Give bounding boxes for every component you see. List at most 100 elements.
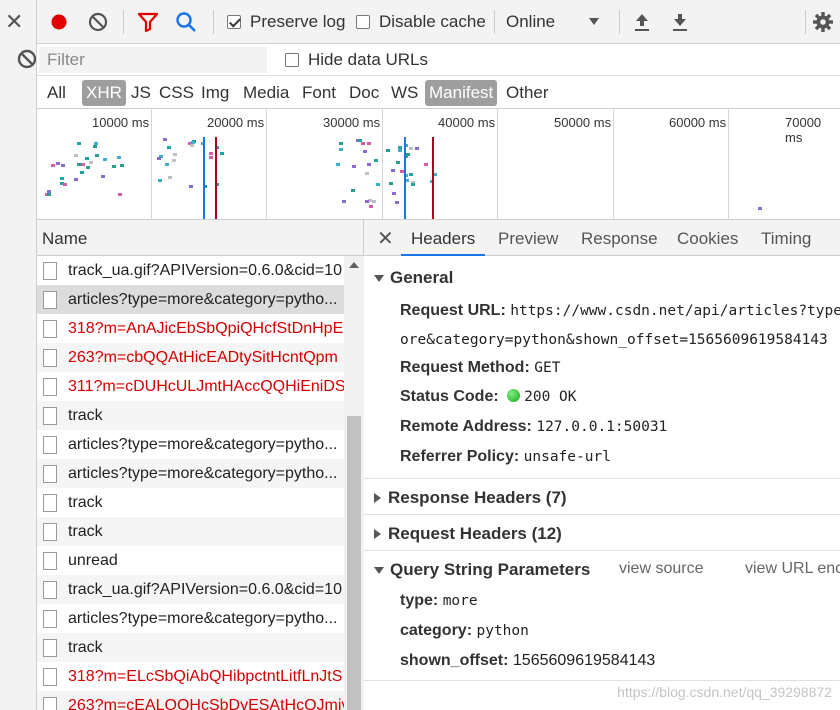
dropdown-arrow-icon xyxy=(589,18,599,25)
request-details-pane: ✕ Headers Preview Response Cookies Timin… xyxy=(364,220,840,710)
request-name: track_ua.gif?APIVersion=0.6.0&cid=10 xyxy=(68,261,342,279)
request-url-key: Request URL: xyxy=(400,302,506,319)
request-row[interactable]: track xyxy=(37,401,345,430)
timeline-mark xyxy=(77,142,82,146)
search-button[interactable] xyxy=(175,0,197,44)
name-column-header: Name xyxy=(42,229,88,248)
timeline-mark xyxy=(111,165,116,169)
hide-data-urls-checkbox[interactable] xyxy=(285,53,299,67)
request-row[interactable]: 263?m=cbQQAtHicEADtySitHcntQpm xyxy=(37,343,345,372)
clear-button[interactable] xyxy=(87,0,109,44)
type-filter-ws[interactable]: WS xyxy=(387,80,422,106)
query-params-section-toggle[interactable]: Query String Parameters xyxy=(374,560,590,580)
timeline-mark xyxy=(100,175,105,179)
request-row[interactable]: 318?m=AnAJicEbSbQpiQHcfStDnHpE... xyxy=(37,314,345,343)
timeline-mark xyxy=(94,153,99,157)
type-filter-manifest[interactable]: Manifest xyxy=(425,80,498,106)
type-filter-font[interactable]: Font xyxy=(298,80,340,106)
view-url-encoded-link[interactable]: view URL encoded xyxy=(745,560,840,578)
settings-button[interactable] xyxy=(812,0,834,44)
timeline-mark xyxy=(386,148,391,152)
preserve-log-toggle[interactable]: Preserve log xyxy=(227,0,345,44)
disable-cache-checkbox[interactable] xyxy=(356,15,370,29)
close-drawer-icon[interactable]: ✕ xyxy=(5,8,23,36)
import-har-button[interactable] xyxy=(632,0,652,44)
tab-headers[interactable]: Headers xyxy=(401,220,486,256)
file-icon xyxy=(43,493,57,512)
preserve-log-checkbox[interactable] xyxy=(227,15,241,29)
scroll-up-icon[interactable] xyxy=(349,262,359,268)
timeline-tick-label: 10000 ms xyxy=(92,115,150,130)
request-row[interactable]: articles?type=more&category=pytho... xyxy=(37,459,345,488)
tab-cookies[interactable]: Cookies xyxy=(677,220,738,256)
request-row[interactable]: unread xyxy=(37,546,345,575)
request-name: track xyxy=(68,522,103,540)
timeline-overview[interactable]: 10000 ms 20000 ms 30000 ms 40000 ms 5000… xyxy=(37,109,840,220)
type-filter-css[interactable]: CSS xyxy=(155,80,198,106)
tab-timing[interactable]: Timing xyxy=(761,220,811,256)
timeline-mark xyxy=(360,142,365,146)
hide-data-urls-toggle[interactable]: Hide data URLs xyxy=(285,44,428,76)
type-filter-xhr[interactable]: XHR xyxy=(82,80,126,106)
close-details-icon[interactable]: ✕ xyxy=(377,226,394,251)
request-url-row: Request URL: https://www.csdn.net/api/ar… xyxy=(400,302,840,320)
query-param-row: shown_offset: 1565609619584143 xyxy=(400,652,655,670)
timeline-mark xyxy=(93,141,98,145)
timeline-mark xyxy=(423,163,428,167)
type-filter-js[interactable]: JS xyxy=(127,80,155,106)
request-name: track_ua.gif?APIVersion=0.6.0&cid=10 xyxy=(68,580,342,598)
type-filter-other[interactable]: Other xyxy=(502,80,553,106)
scrollbar-thumb[interactable] xyxy=(347,416,361,710)
tab-response[interactable]: Response xyxy=(581,220,658,256)
type-filter-doc[interactable]: Doc xyxy=(345,80,383,106)
request-row[interactable]: 311?m=cDUHcULJmtHAccQQHiEniDS xyxy=(37,372,345,401)
disable-cache-toggle[interactable]: Disable cache xyxy=(356,0,486,44)
request-list-scrollbar[interactable] xyxy=(344,256,364,710)
request-method-row: Request Method: GET xyxy=(400,359,560,377)
load-event-line xyxy=(432,137,434,219)
request-row[interactable]: articles?type=more&category=pytho... xyxy=(37,604,345,633)
request-row[interactable]: track xyxy=(37,633,345,662)
request-row[interactable]: 263?m=cEALQQHcSbDyESAtHcQJmiv xyxy=(37,691,345,710)
view-source-link[interactable]: view source xyxy=(619,560,703,578)
request-row[interactable]: 318?m=ELcSbQiAbQHibpctntLitfLnJtS xyxy=(37,662,345,691)
throttling-select[interactable]: Online xyxy=(506,0,606,44)
request-row[interactable]: track xyxy=(37,517,345,546)
query-param-row: type: more xyxy=(400,592,478,610)
timeline-mark xyxy=(394,201,399,205)
request-row[interactable]: track xyxy=(37,488,345,517)
timeline-gridline xyxy=(728,109,729,219)
request-row[interactable]: articles?type=more&category=pytho... xyxy=(37,430,345,459)
filter-toggle-button[interactable] xyxy=(137,0,159,44)
export-har-button[interactable] xyxy=(670,0,690,44)
request-row[interactable]: articles?type=more&category=pytho... xyxy=(37,285,345,314)
type-filter-media[interactable]: Media xyxy=(239,80,293,106)
section-divider xyxy=(364,514,840,515)
timeline-mark xyxy=(208,151,213,155)
tab-preview[interactable]: Preview xyxy=(498,220,558,256)
referrer-policy-value: unsafe-url xyxy=(523,449,611,465)
request-name: 318?m=AnAJicEbSbQpiQHcfStDnHpE... xyxy=(68,319,345,337)
download-icon xyxy=(673,14,687,31)
file-icon xyxy=(43,522,57,541)
request-row[interactable]: track_ua.gif?APIVersion=0.6.0&cid=10 xyxy=(37,575,345,604)
clear-console-icon[interactable] xyxy=(14,46,36,74)
record-button[interactable] xyxy=(48,0,70,44)
request-list-header[interactable]: Name xyxy=(37,220,364,256)
search-icon xyxy=(176,12,196,32)
request-row[interactable]: track_ua.gif?APIVersion=0.6.0&cid=10 xyxy=(37,256,345,285)
type-filter-all[interactable]: All xyxy=(43,80,70,106)
timeline-mark xyxy=(338,148,343,152)
timeline-mark xyxy=(189,143,194,147)
filter-input[interactable] xyxy=(39,47,267,73)
timeline-gridline xyxy=(151,109,152,219)
timeline-mark xyxy=(157,156,162,160)
file-icon xyxy=(43,290,57,309)
general-section-toggle[interactable]: General xyxy=(374,268,453,288)
type-filter-img[interactable]: Img xyxy=(197,80,233,106)
request-headers-section-toggle[interactable]: Request Headers (12) xyxy=(374,524,562,544)
timeline-gridline xyxy=(266,109,267,219)
response-headers-section-toggle[interactable]: Response Headers (7) xyxy=(374,488,567,508)
file-icon xyxy=(43,406,57,425)
timeline-mark xyxy=(414,147,419,151)
